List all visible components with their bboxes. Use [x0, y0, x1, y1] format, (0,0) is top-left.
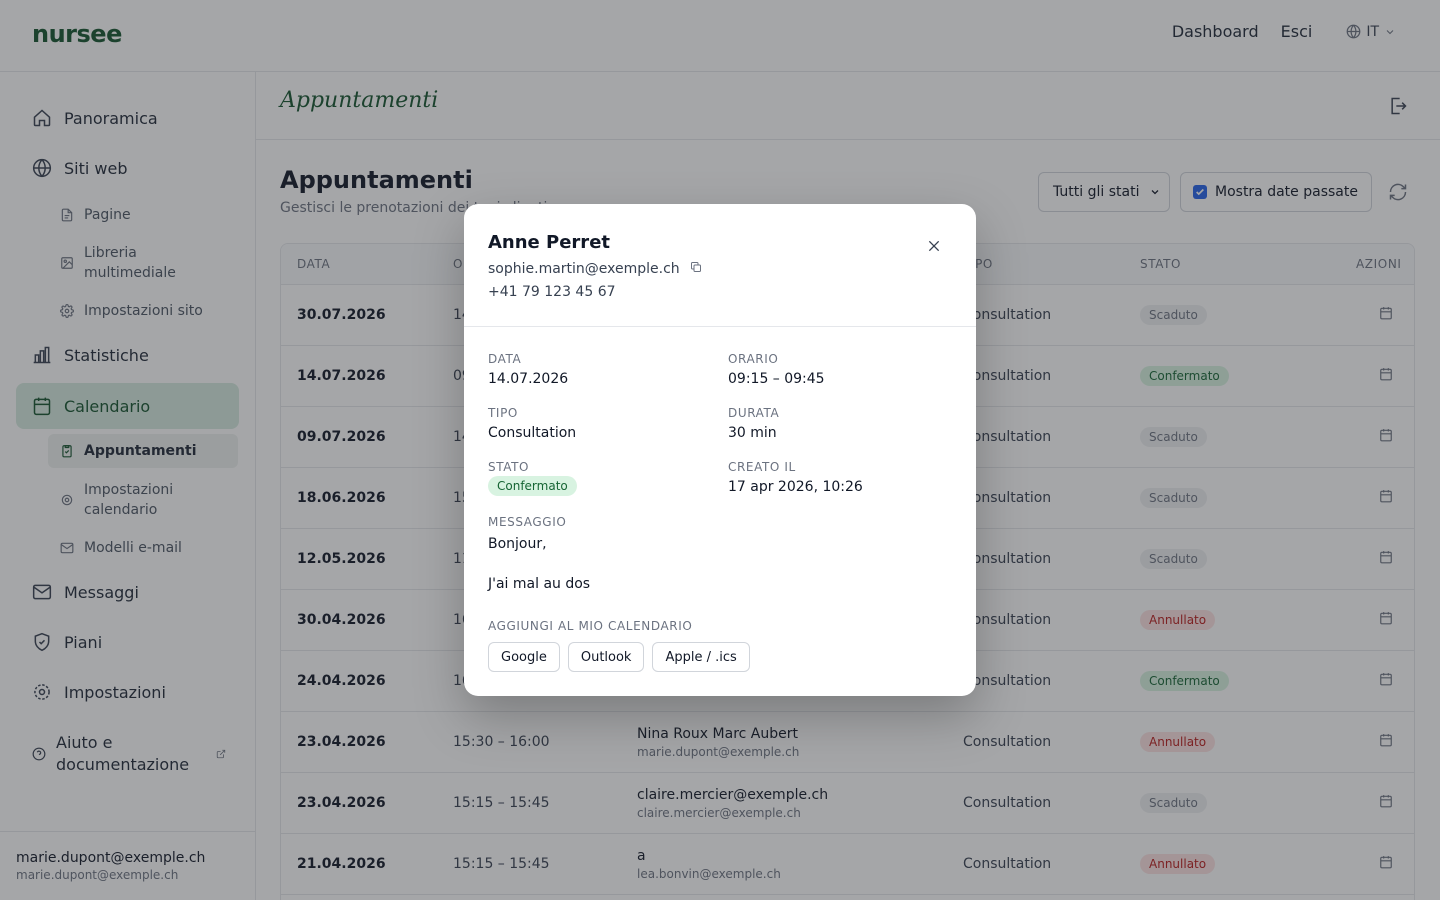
label-durata: DURATA	[728, 406, 780, 420]
client-email[interactable]: sophie.martin@exemple.ch	[488, 261, 680, 277]
add-outlook-calendar-button[interactable]: Outlook	[567, 642, 645, 672]
value-orario: 09:15 – 09:45	[728, 371, 825, 387]
value-durata: 30 min	[728, 425, 777, 441]
label-messaggio: MESSAGGIO	[488, 515, 567, 529]
message-line: J'ai mal au dos	[488, 576, 591, 592]
close-icon	[928, 240, 940, 252]
status-badge: Confermato	[488, 476, 577, 496]
value-data: 14.07.2026	[488, 371, 569, 387]
client-email-row: sophie.martin@exemple.ch	[488, 261, 702, 277]
value-tipo: Consultation	[488, 425, 577, 441]
label-orario: ORARIO	[728, 352, 779, 366]
label-tipo: TIPO	[488, 406, 518, 420]
appointment-detail-modal: Anne Perret sophie.martin@exemple.ch +41…	[464, 204, 976, 696]
close-modal-button[interactable]	[924, 236, 944, 256]
copy-icon	[690, 262, 701, 272]
label-stato: STATO	[488, 460, 530, 474]
calendar-buttons: Google Outlook Apple / .ics	[488, 642, 750, 672]
message-body: Bonjour, J'ai mal au dos	[488, 534, 590, 594]
add-apple-calendar-button[interactable]: Apple / .ics	[652, 642, 750, 672]
message-line: Bonjour,	[488, 536, 547, 552]
client-phone[interactable]: +41 79 123 45 67	[488, 284, 616, 300]
label-creato: CREATO IL	[728, 460, 796, 474]
modal-divider	[464, 326, 976, 327]
copy-email-button[interactable]	[690, 261, 702, 277]
label-add-calendar: AGGIUNGI AL MIO CALENDARIO	[488, 619, 693, 633]
add-google-calendar-button[interactable]: Google	[488, 642, 560, 672]
label-data: DATA	[488, 352, 522, 366]
client-name: Anne Perret	[488, 232, 611, 253]
value-creato: 17 apr 2026, 10:26	[728, 479, 863, 495]
